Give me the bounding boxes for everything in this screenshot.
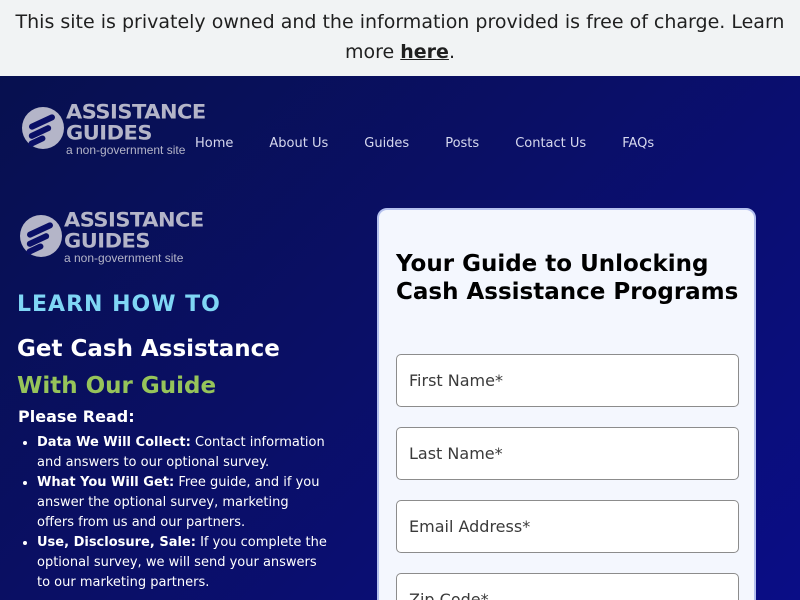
logo-word-1: ASSISTANCE [66, 100, 206, 124]
bullet-label: What You Will Get: [37, 475, 175, 490]
hero-section: ASSISTANCE GUIDES a non-government site … [0, 76, 800, 600]
list-item: Use, Disclosure, Sale: If you complete t… [37, 533, 327, 593]
hero-logo: ASSISTANCE GUIDES a non-government site [18, 210, 204, 264]
email-field[interactable] [396, 500, 739, 553]
main-nav: Home About Us Guides Posts Contact Us FA… [195, 136, 690, 151]
list-item: What You Will Get: Free guide, and if yo… [37, 473, 327, 533]
list-item: Data We Will Collect: Contact informatio… [37, 433, 327, 473]
learn-more-link[interactable]: here [400, 41, 449, 63]
bullet-label: Data We Will Collect: [37, 435, 191, 450]
nav-contact-us[interactable]: Contact Us [515, 136, 586, 151]
disclosure-list: Data We Will Collect: Contact informatio… [37, 433, 327, 593]
signup-form-card: Your Guide to Unlocking Cash Assistance … [377, 208, 756, 600]
eyebrow-heading: LEARN HOW TO [17, 292, 221, 317]
bullet-label: Use, Disclosure, Sale: [37, 535, 196, 550]
nav-faqs[interactable]: FAQs [622, 136, 654, 151]
first-name-field[interactable] [396, 354, 739, 407]
nav-home[interactable]: Home [195, 136, 233, 151]
privacy-notice-bar: This site is privately owned and the inf… [0, 0, 800, 76]
notice-period: . [448, 41, 455, 63]
nav-posts[interactable]: Posts [445, 136, 479, 151]
logo-word-1: ASSISTANCE [64, 208, 204, 232]
please-read-heading: Please Read: [18, 407, 135, 426]
logo-word-2: GUIDES [64, 229, 151, 253]
logo-tagline: a non-government site [64, 251, 184, 265]
nav-about-us[interactable]: About Us [269, 136, 328, 151]
logo-word-2: GUIDES [66, 121, 153, 145]
helping-hands-icon [20, 105, 64, 153]
nav-guides[interactable]: Guides [364, 136, 409, 151]
headline-accent: With Our Guide [17, 373, 217, 399]
helping-hands-icon [18, 213, 62, 261]
headline-primary: Get Cash Assistance [17, 336, 280, 362]
zip-code-field[interactable] [396, 573, 739, 600]
form-title: Your Guide to Unlocking Cash Assistance … [396, 251, 739, 305]
last-name-field[interactable] [396, 427, 739, 480]
header-logo[interactable]: ASSISTANCE GUIDES a non-government site [20, 102, 206, 156]
logo-tagline: a non-government site [66, 143, 186, 157]
